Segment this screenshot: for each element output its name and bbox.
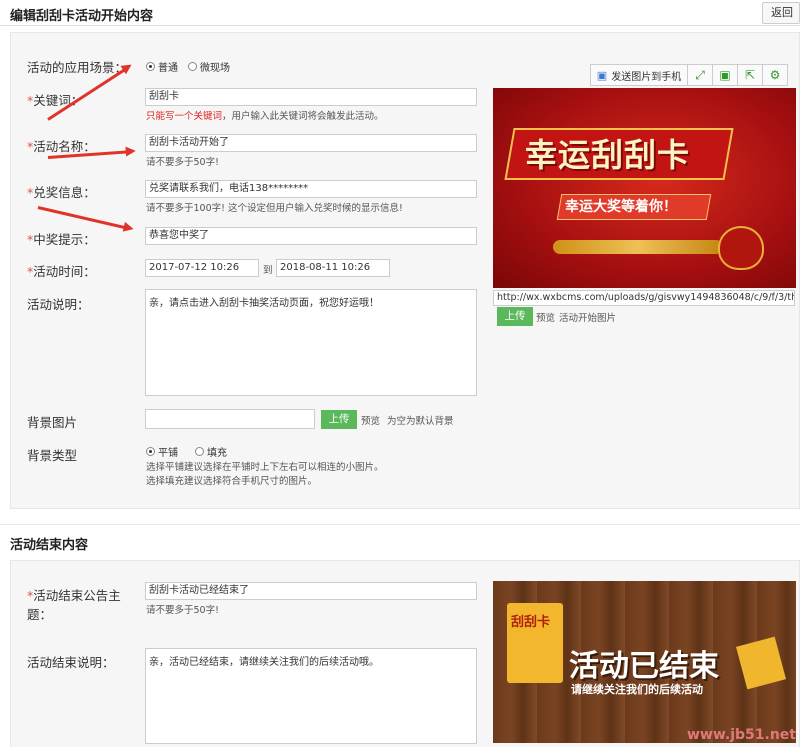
expand-icon[interactable]: ⤢ <box>687 64 713 86</box>
end-time-input[interactable]: 2018-08-11 10:26 <box>276 259 390 277</box>
start-image-preview: 幸运刮刮卡 幸运大奖等着你！ <box>493 88 796 288</box>
end-title-label-2: 题： <box>27 607 53 622</box>
money-bag-icon <box>718 226 764 270</box>
bg-upload-button[interactable]: 上传 <box>321 410 357 429</box>
end-image-subtitle: 请继续关注我们的后续活动 <box>571 683 703 696</box>
image-toolbar: ▣ 发送图片到手机 ⤢ ▣ ⇱ ⚙ <box>590 64 788 86</box>
time-to-label: 到 <box>263 265 273 276</box>
radio-bg-tile[interactable]: 平铺 <box>146 444 178 459</box>
start-image-title: 幸运刮刮卡 <box>525 136 691 174</box>
prize-hint: 请不要多于100字! 这个设定但用户输入兑奖时候的显示信息! <box>146 203 403 214</box>
radio-label: 微现场 <box>200 63 230 74</box>
start-image-preview-link[interactable]: 预览 <box>536 310 555 324</box>
page-title: 编辑刮刮卡活动开始内容 <box>10 9 154 24</box>
radio-dot <box>188 62 197 71</box>
activity-desc-textarea[interactable]: 亲，请点击进入刮刮卡抽奖活动页面，祝您好运哦！ <box>145 289 477 396</box>
coins-shape <box>553 240 723 254</box>
section-divider <box>0 524 800 525</box>
start-time-input[interactable]: 2017-07-12 10:26 <box>145 259 259 277</box>
name-hint: 请不要多于50字! <box>146 157 219 168</box>
end-title-input[interactable]: 刮刮卡活动已经结束了 <box>145 582 477 600</box>
phone-icon: ▣ <box>596 68 608 82</box>
win-label: *中奖提示： <box>27 232 96 247</box>
radio-label: 填充 <box>207 448 227 459</box>
end-section-title: 活动结束内容 <box>10 538 89 553</box>
activity-name-input[interactable]: 刮刮卡活动开始了 <box>145 134 477 152</box>
radio-dot <box>195 447 204 456</box>
start-image-subtitle: 幸运大奖等着你！ <box>565 199 677 215</box>
end-image-tag-text: 刮刮卡 <box>511 615 551 630</box>
end-title-hint: 请不要多于50字! <box>146 605 219 616</box>
scene-label: 活动的应用场景： <box>27 60 128 75</box>
name-label: *活动名称： <box>27 139 96 154</box>
bg-type-label: 背景类型 <box>27 448 78 463</box>
back-button[interactable]: 返回 <box>762 2 800 24</box>
win-tip-input[interactable]: 恭喜您中奖了 <box>145 227 477 245</box>
radio-label: 平铺 <box>158 448 178 459</box>
time-label: *活动时间： <box>27 264 96 279</box>
send-to-phone-button[interactable]: ▣ 发送图片到手机 <box>590 64 688 86</box>
gear-icon[interactable]: ⚙ <box>762 64 788 86</box>
radio-bg-fill[interactable]: 填充 <box>195 444 227 459</box>
prize-label: *兑奖信息： <box>27 185 96 200</box>
bg-type-hint-1: 选择平铺建议选择在平铺时上下左右可以相连的小图片。 <box>146 462 384 473</box>
radio-label: 普通 <box>158 63 178 74</box>
end-image-preview: 刮刮卡 活动已结束 请继续关注我们的后续活动 <box>493 581 796 743</box>
end-image-title: 活动已结束 <box>569 649 719 684</box>
page-header: 编辑刮刮卡活动开始内容 返回 <box>0 0 800 26</box>
radio-dot <box>146 62 155 71</box>
price-tag-icon <box>735 636 787 690</box>
watermark: www.jb51.net <box>687 727 796 743</box>
start-image-upload-button[interactable]: 上传 <box>497 307 533 326</box>
prize-info-input[interactable]: 兑奖请联系我们，电话138******** <box>145 180 477 198</box>
start-image-url-input[interactable]: http://wx.wxbcms.com/uploads/g/gisvwy149… <box>493 290 795 306</box>
keyword-input[interactable]: 刮刮卡 <box>145 88 477 106</box>
end-desc-textarea[interactable]: 亲，活动已经结束，请继续关注我们的后续活动哦。 <box>145 648 477 744</box>
desc-label: 活动说明： <box>27 297 90 312</box>
bg-image-input[interactable] <box>145 409 315 429</box>
end-desc-label: 活动结束说明： <box>27 655 115 670</box>
radio-dot <box>146 447 155 456</box>
bg-preview-link[interactable]: 预览 <box>361 413 380 427</box>
share-icon[interactable]: ⇱ <box>737 64 763 86</box>
bg-default-hint: 为空为默认背景 <box>387 416 454 427</box>
start-image-caption: 活动开始图片 <box>559 313 617 324</box>
radio-scene-live[interactable]: 微现场 <box>188 59 230 74</box>
end-title-label: *活动结束公告主 <box>27 588 121 603</box>
radio-scene-normal[interactable]: 普通 <box>146 59 178 74</box>
save-icon[interactable]: ▣ <box>712 64 738 86</box>
keyword-hint: 只能写一个关键词，用户输入此关键词将会触发此活动。 <box>146 111 384 122</box>
bg-image-label: 背景图片 <box>27 415 78 430</box>
bg-type-hint-2: 选择填充建议选择符合手机尺寸的图片。 <box>146 476 318 487</box>
